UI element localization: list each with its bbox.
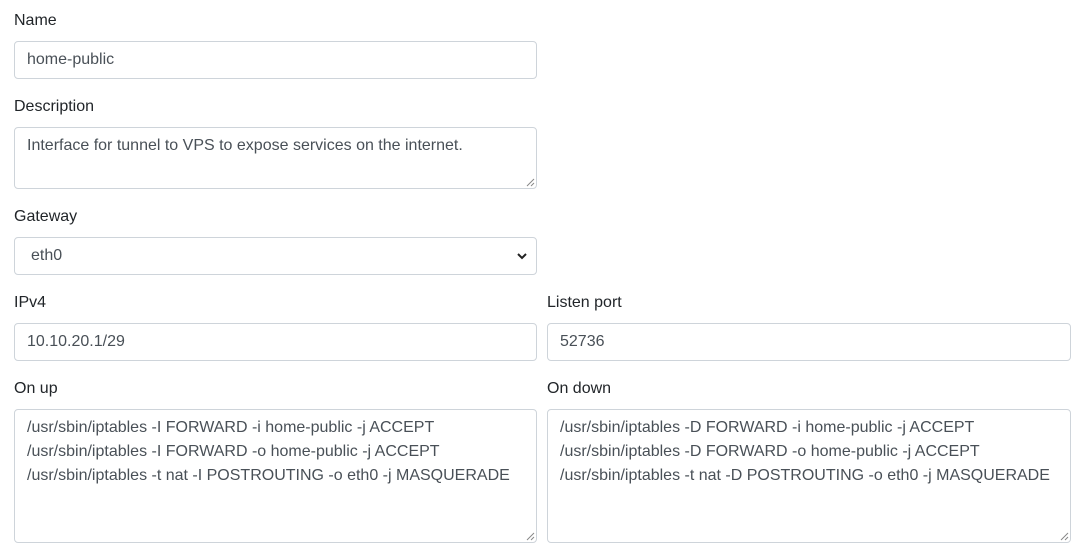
description-text: Interface for tunnel to VPS to expose se… [27, 137, 463, 154]
resize-grip-icon[interactable] [526, 178, 535, 187]
ipv4-label: IPv4 [14, 294, 47, 311]
on-down-line: /usr/sbin/iptables -D FORWARD -o home-pu… [560, 443, 980, 460]
on-down-textarea[interactable]: /usr/sbin/iptables -D FORWARD -i home-pu… [547, 409, 1071, 543]
description-textarea[interactable]: Interface for tunnel to VPS to expose se… [14, 127, 537, 189]
on-down-line: /usr/sbin/iptables -t nat -D POSTROUTING… [560, 467, 1050, 484]
on-up-line: /usr/sbin/iptables -t nat -I POSTROUTING… [27, 467, 510, 484]
listen-port-label: Listen port [547, 294, 622, 311]
on-down-label: On down [547, 380, 612, 397]
description-label: Description [14, 98, 95, 115]
on-up-textarea[interactable]: /usr/sbin/iptables -I FORWARD -i home-pu… [14, 409, 537, 543]
chevron-down-icon [517, 253, 527, 260]
gateway-select[interactable]: eth0 [14, 237, 537, 275]
gateway-selected-value: eth0 [31, 247, 63, 264]
name-input[interactable]: home-public [14, 41, 537, 79]
resize-grip-icon[interactable] [526, 532, 535, 541]
ipv4-input[interactable]: 10.10.20.1/29 [14, 323, 537, 361]
on-up-line: /usr/sbin/iptables -I FORWARD -o home-pu… [27, 443, 440, 460]
on-up-line: /usr/sbin/iptables -I FORWARD -i home-pu… [27, 419, 435, 436]
gateway-label: Gateway [14, 208, 78, 225]
name-label: Name [14, 12, 57, 29]
on-down-line: /usr/sbin/iptables -D FORWARD -i home-pu… [560, 419, 975, 436]
on-up-label: On up [14, 380, 58, 397]
resize-grip-icon[interactable] [1060, 532, 1069, 541]
listen-port-input[interactable]: 52736 [547, 323, 1071, 361]
